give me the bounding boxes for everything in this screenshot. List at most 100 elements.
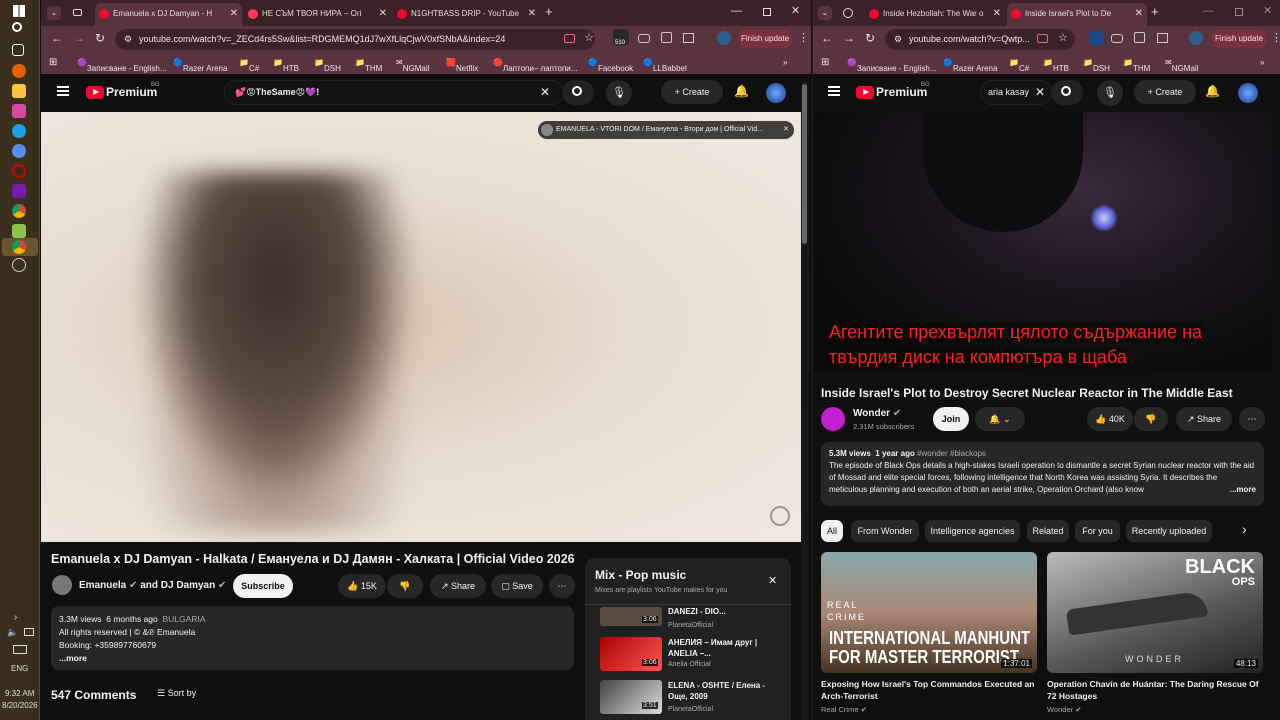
new-tab-button[interactable]: + (1151, 4, 1159, 19)
maximize-button[interactable] (763, 8, 771, 16)
forward-icon[interactable]: → (843, 31, 855, 45)
sidebar-icon[interactable] (1157, 33, 1168, 43)
tab-emanuela[interactable]: Emanuela x DJ Damyan - H ✕ (95, 3, 242, 26)
description-box[interactable]: 5.3M views 1 year ago #wonder #blackops … (821, 442, 1264, 506)
chevron-up-icon[interactable]: › (14, 612, 17, 623)
video-title-overlay[interactable]: EMANUELA - VTORI DOM / Емануела - Втори … (538, 121, 794, 139)
close-tab-icon[interactable]: ✕ (379, 3, 387, 24)
file-explorer-icon[interactable] (12, 84, 26, 98)
settings-icon[interactable] (12, 258, 26, 272)
tab-search-icon[interactable]: ⌄ (818, 6, 832, 20)
video-player[interactable]: EMANUELA - VTORI DOM / Емануела - Втори … (41, 112, 801, 542)
edge-icon[interactable] (12, 124, 26, 138)
bookmark-item[interactable]: 🔵 Razer Arena (943, 58, 997, 73)
tab-israel-plot[interactable]: Inside Israel's Plot to De ✕ (1007, 3, 1147, 26)
video-player[interactable]: Агентите прехвърлят цялото съдържание на… (813, 112, 1272, 372)
page-scrollbar[interactable] (801, 82, 809, 720)
page-scrollbar[interactable] (1272, 74, 1280, 720)
pinned-tab-icon[interactable] (73, 9, 82, 16)
youtube-logo-icon[interactable] (86, 86, 104, 99)
hashtags[interactable]: #wonder #blackops (917, 449, 986, 458)
share-button[interactable]: ↗ Share (1176, 407, 1232, 431)
create-button[interactable]: + Create (1134, 80, 1196, 104)
pinned-tab-icon[interactable] (843, 8, 853, 18)
bookmark-folder[interactable]: 📁 C# (1009, 58, 1029, 73)
notification-bell-dropdown[interactable]: 🔔 ⌄ (975, 407, 1025, 431)
onenote-icon[interactable] (12, 184, 26, 198)
bookmark-item[interactable]: 🔵 Razer Arena (173, 58, 227, 73)
related-video-card[interactable]: REAL CRIME INTERNATIONAL MANHUNT FOR MAS… (821, 552, 1037, 720)
extension-icon[interactable] (1090, 31, 1104, 45)
more-actions-button[interactable]: ⋯ (549, 574, 575, 598)
bookmark-item[interactable]: 🔵 LLBabbel (643, 58, 687, 73)
minimize-button[interactable]: — (731, 5, 742, 17)
site-info-icon[interactable]: ⚙ (894, 29, 902, 50)
notifications-bell-icon[interactable]: 🔔 (1205, 84, 1220, 98)
channel-collab[interactable]: and DJ Damyan (140, 580, 215, 591)
menu-kebab-icon[interactable]: ⋮ (798, 31, 809, 44)
bookmark-folder[interactable]: 📁 НТВ (1043, 58, 1069, 73)
channel-names[interactable]: Emanuela ✔ and DJ Damyan ✔ (79, 580, 226, 591)
close-tab-icon[interactable]: ✕ (528, 3, 536, 24)
extension-icon[interactable] (638, 34, 650, 43)
keyboard-icon[interactable] (13, 645, 27, 654)
description-box[interactable]: 3.3M views 6 months ago BULGARIA All rig… (51, 606, 574, 670)
channel-name[interactable]: Wonder ✔ (853, 408, 901, 419)
chips-next-icon[interactable]: › (1242, 521, 1247, 537)
search-button[interactable] (1051, 80, 1083, 105)
close-tab-icon[interactable]: ✕ (993, 3, 1001, 24)
clock-time[interactable]: 9:32 AM (5, 689, 34, 698)
volume-icon[interactable]: 🔈 (7, 627, 18, 638)
dislike-button[interactable]: 👎 (387, 574, 423, 598)
bookmark-star-icon[interactable]: ☆ (1058, 31, 1068, 44)
photos-icon[interactable] (12, 104, 26, 118)
tab-hezbollah[interactable]: Inside Hezbollah: The War o ✕ (865, 3, 1005, 26)
bookmark-folder[interactable]: 📁 DSH (1083, 58, 1110, 73)
bookmarks-overflow-icon[interactable]: » (1260, 58, 1264, 67)
avatar[interactable] (766, 83, 786, 103)
youtube-premium-logo[interactable]: Premium (106, 85, 157, 99)
bookmark-folder[interactable]: 📁 DSH (314, 58, 341, 73)
apps-grid-icon[interactable]: ⊞ (49, 57, 57, 68)
show-more-link[interactable]: ...more (1226, 484, 1256, 496)
voice-search-button[interactable]: 🎙 (1097, 80, 1123, 106)
chip-for-you[interactable]: For you (1075, 520, 1120, 542)
cast-icon[interactable] (564, 34, 575, 43)
dislike-button[interactable]: 👎 (1134, 407, 1168, 431)
profile-avatar[interactable] (1189, 31, 1203, 45)
channel-name[interactable]: Emanuela (79, 580, 126, 591)
close-overlay-icon[interactable]: ✕ (783, 121, 789, 139)
bookmarks-overflow-icon[interactable]: » (783, 58, 787, 67)
finish-update-button[interactable]: Finish update (1211, 29, 1267, 48)
site-info-icon[interactable]: ⚙ (124, 29, 132, 50)
tab-search-icon[interactable]: ⌄ (47, 6, 61, 20)
more-actions-button[interactable]: ⋯ (1239, 407, 1265, 431)
clear-search-icon[interactable]: ✕ (540, 85, 550, 99)
maximize-button[interactable] (1235, 8, 1243, 16)
notifications-bell-icon[interactable]: 🔔 (734, 84, 749, 98)
chip-intelligence-agencies[interactable]: Intelligence agencies (925, 520, 1020, 542)
new-tab-button[interactable]: + (545, 4, 553, 19)
search-input[interactable]: aria kasay ✕ (980, 80, 1052, 105)
share-button[interactable]: ↗ Share (430, 574, 486, 598)
subscribe-button[interactable]: Subscribe (233, 574, 293, 598)
channel-watermark-icon[interactable] (770, 506, 790, 526)
app-icon[interactable] (12, 144, 26, 158)
opera-icon[interactable] (12, 164, 26, 178)
hamburger-menu-icon[interactable] (828, 86, 840, 96)
bookmark-folder[interactable]: 📁 THM (1123, 58, 1150, 73)
finish-update-button[interactable]: Finish update (737, 29, 793, 48)
chip-from-wonder[interactable]: From Wonder (851, 520, 919, 542)
mix-item[interactable]: 3:06 DANEZI - DIO... PlanetaOfficial (600, 607, 780, 631)
tab-ne-sam[interactable]: НЕ СЪМ ТВОЯ НИРА – Огі ✕ (244, 3, 391, 26)
like-button[interactable]: 👍 40K (1087, 407, 1133, 431)
chip-all[interactable]: All (821, 520, 843, 542)
hamburger-menu-icon[interactable] (57, 86, 69, 96)
voice-search-button[interactable]: 🎙 (606, 80, 632, 106)
youtube-logo-icon[interactable] (856, 86, 874, 99)
apps-grid-icon[interactable]: ⊞ (821, 57, 829, 68)
channel-avatar[interactable] (821, 407, 845, 431)
bookmark-item[interactable]: 🟥 Netflix (446, 58, 478, 73)
bookmark-item[interactable]: 🔵 Facebook (588, 58, 633, 73)
bookmark-folder[interactable]: 📁 НТВ (273, 58, 299, 73)
